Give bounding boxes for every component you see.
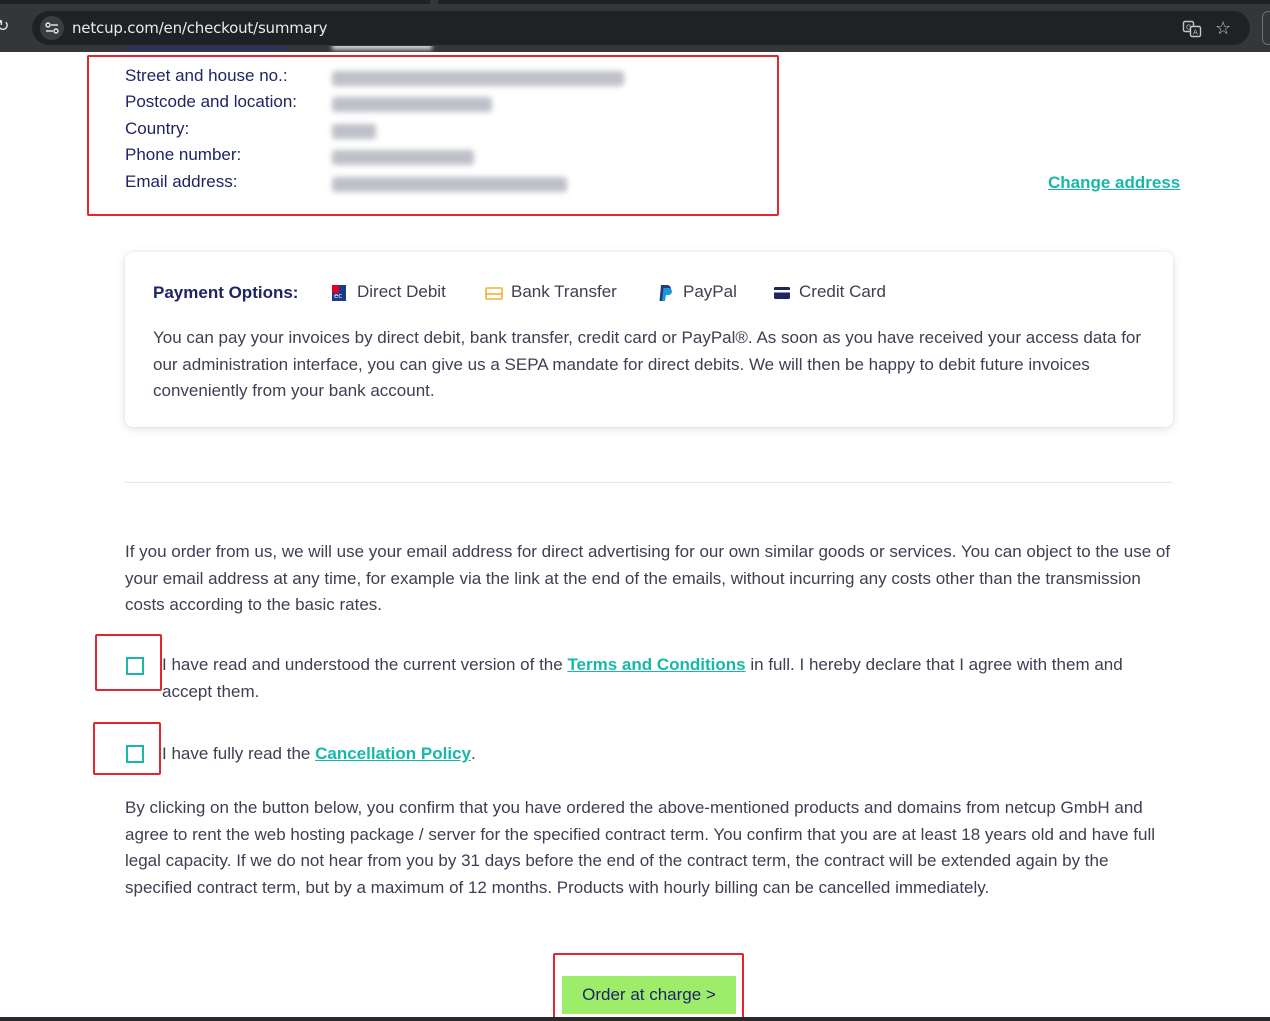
sepa-icon: ec <box>331 284 349 302</box>
terms-consent-prefix: I have read and understood the current v… <box>162 655 568 674</box>
address-bar[interactable]: netcup.com/en/checkout/summary G A ☆ <box>32 11 1250 45</box>
terms-consent-text: I have read and understood the current v… <box>162 652 1162 705</box>
change-address-link[interactable]: Change address <box>1048 173 1180 193</box>
advertising-notice: If you order from us, we will use your e… <box>125 542 1171 614</box>
direct-debit-label: Direct Debit <box>357 282 446 301</box>
order-confirmation-text: By clicking on the button below, you con… <box>125 798 1156 897</box>
paypal-label: PayPal <box>683 282 737 301</box>
svg-text:ec: ec <box>334 292 342 300</box>
reload-icon[interactable]: ↻ <box>0 17 16 37</box>
site-settings-icon[interactable] <box>40 16 64 40</box>
terms-and-conditions-link[interactable]: Terms and Conditions <box>567 655 745 674</box>
browser-toolbar: ↻ netcup.com/en/checkout/summary G A ☆ <box>0 0 1270 52</box>
svg-text:G: G <box>1186 24 1191 32</box>
bookmark-star-icon[interactable]: ☆ <box>1215 19 1235 39</box>
payment-option-credit-card: Credit Card <box>773 282 903 304</box>
svg-text:A: A <box>1193 29 1198 37</box>
cancellation-consent-suffix: . <box>470 744 476 763</box>
payment-option-paypal: PayPal <box>657 282 747 304</box>
credit-card-label: Credit Card <box>799 282 886 301</box>
cancellation-consent-text: I have fully read the Cancellation Polic… <box>162 741 1162 768</box>
bank-transfer-icon <box>485 284 503 302</box>
payment-description: You can pay your invoices by direct debi… <box>153 328 1142 400</box>
cancellation-consent-prefix: I have fully read the <box>162 744 316 763</box>
highlight-cancellation-checkbox <box>93 722 161 775</box>
translate-icon[interactable]: G A <box>1182 19 1202 39</box>
section-divider <box>125 482 1173 483</box>
highlight-order-button <box>553 953 744 1021</box>
cancellation-policy-link[interactable]: Cancellation Policy <box>315 744 471 763</box>
url-text[interactable]: netcup.com/en/checkout/summary <box>72 19 328 37</box>
credit-card-icon <box>773 284 791 302</box>
tab-strip <box>0 0 1270 4</box>
paypal-icon <box>657 284 675 302</box>
payment-option-bank-transfer: Bank Transfer <box>485 282 625 304</box>
highlight-terms-checkbox <box>95 634 162 691</box>
profile-edge <box>1262 11 1270 45</box>
payment-options-card: Payment Options: ec Direct Debit Bank Tr… <box>125 252 1173 427</box>
highlight-address-box <box>87 55 779 216</box>
payment-options-title: Payment Options: <box>153 283 299 302</box>
payment-option-direct-debit: ec Direct Debit <box>331 282 461 304</box>
bank-transfer-label: Bank Transfer <box>511 282 617 301</box>
checkout-summary-page: Street and house no.: Postcode and locat… <box>0 46 1270 1021</box>
window-bottom-edge <box>0 1017 1270 1021</box>
